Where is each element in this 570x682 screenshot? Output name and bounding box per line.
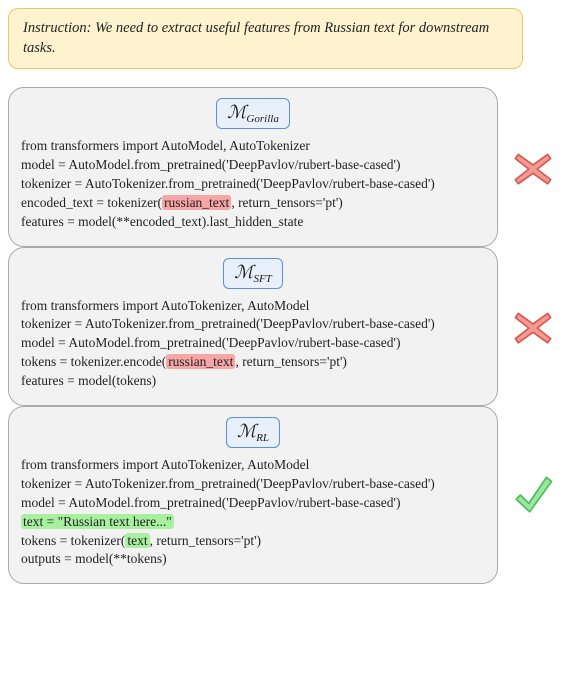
code-line: features = model(tokens) [21, 372, 485, 391]
code-line: tokens = tokenizer.encode(russian_text, … [21, 353, 485, 372]
code-token: model = AutoModel.from_pretrained('DeepP… [21, 495, 400, 510]
code-token: encoded_text = tokenizer( [21, 195, 162, 210]
model-subscript: RL [256, 432, 269, 444]
code-token: features = model(**encoded_text).last_hi… [21, 214, 303, 229]
highlighted-token: text = "Russian text here..." [21, 514, 174, 529]
code-card: ℳSFT from transformers import AutoTokeniz… [8, 247, 498, 406]
code-line: model = AutoModel.from_pretrained('DeepP… [21, 494, 485, 513]
code-token: , return_tensors='pt') [235, 354, 346, 369]
code-line: tokens = tokenizer(text, return_tensors=… [21, 532, 485, 551]
highlighted-token: russian_text [162, 195, 231, 210]
model-subscript: Gorilla [246, 113, 278, 125]
cards-area: ℳGorillafrom transformers import AutoMod… [8, 87, 562, 584]
code-token: tokens = tokenizer.encode( [21, 354, 166, 369]
code-token: from transformers import AutoModel, Auto… [21, 138, 310, 153]
highlighted-token: text [125, 533, 149, 548]
code-line: text = "Russian text here..." [21, 513, 485, 532]
result-check-icon [508, 469, 558, 521]
code-line: model = AutoModel.from_pretrained('DeepP… [21, 334, 485, 353]
card-row: ℳGorilla from transformers import AutoMod… [8, 87, 562, 246]
code-token: tokenizer = AutoTokenizer.from_pretraine… [21, 476, 435, 491]
code-line: encoded_text = tokenizer(russian_text, r… [21, 194, 485, 213]
model-symbol: ℳ [227, 102, 246, 122]
code-line: features = model(**encoded_text).last_hi… [21, 213, 485, 232]
code-token: from transformers import AutoTokenizer, … [21, 457, 309, 472]
code-token: , return_tensors='pt') [150, 533, 261, 548]
code-body: from transformers import AutoModel, Auto… [21, 137, 485, 231]
card-row: ℳRL from transformers import AutoTokenize… [8, 406, 562, 584]
code-line: tokenizer = AutoTokenizer.from_pretraine… [21, 175, 485, 194]
code-token: model = AutoModel.from_pretrained('DeepP… [21, 157, 400, 172]
code-token: model = AutoModel.from_pretrained('DeepP… [21, 335, 400, 350]
instruction-box: Instruction: We need to extract useful f… [8, 8, 523, 69]
code-token: features = model(tokens) [21, 373, 156, 388]
result-x-icon [508, 146, 558, 188]
result-x-icon [508, 305, 558, 347]
card-row: ℳSFT from transformers import AutoTokeniz… [8, 247, 562, 406]
code-token: , return_tensors='pt') [231, 195, 342, 210]
model-badge: ℳGorilla [216, 98, 290, 129]
code-card: ℳRL from transformers import AutoTokenize… [8, 406, 498, 584]
code-body: from transformers import AutoTokenizer, … [21, 297, 485, 391]
code-line: from transformers import AutoModel, Auto… [21, 137, 485, 156]
code-body: from transformers import AutoTokenizer, … [21, 456, 485, 569]
figure-container: Instruction: We need to extract useful f… [8, 8, 562, 584]
code-line: from transformers import AutoTokenizer, … [21, 297, 485, 316]
code-line: tokenizer = AutoTokenizer.from_pretraine… [21, 315, 485, 334]
code-line: model = AutoModel.from_pretrained('DeepP… [21, 156, 485, 175]
code-token: tokens = tokenizer( [21, 533, 125, 548]
code-token: tokenizer = AutoTokenizer.from_pretraine… [21, 316, 435, 331]
instruction-text: Instruction: We need to extract useful f… [23, 20, 489, 56]
model-symbol: ℳ [237, 421, 256, 441]
code-token: from transformers import AutoTokenizer, … [21, 298, 309, 313]
code-token: tokenizer = AutoTokenizer.from_pretraine… [21, 176, 435, 191]
code-line: outputs = model(**tokens) [21, 550, 485, 569]
model-symbol: ℳ [234, 262, 253, 282]
code-card: ℳGorilla from transformers import AutoMod… [8, 87, 498, 246]
code-line: from transformers import AutoTokenizer, … [21, 456, 485, 475]
code-token: outputs = model(**tokens) [21, 551, 167, 566]
code-line: tokenizer = AutoTokenizer.from_pretraine… [21, 475, 485, 494]
model-subscript: SFT [253, 273, 271, 285]
model-badge: ℳSFT [223, 258, 283, 289]
model-badge: ℳRL [226, 417, 280, 448]
highlighted-token: russian_text [166, 354, 235, 369]
